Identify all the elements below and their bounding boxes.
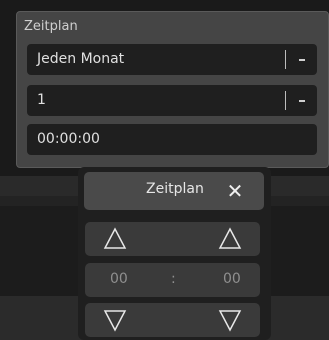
frequency-value: Jeden Monat	[37, 51, 125, 67]
time-value: 00:00:00	[37, 131, 100, 147]
triangle-up-icon	[218, 227, 242, 249]
hour-value[interactable]: 00	[110, 271, 128, 287]
minute-up-button[interactable]	[215, 224, 245, 254]
picker-title: Zeitplan	[146, 181, 204, 197]
day-value: 1	[37, 92, 46, 108]
panel-title: Zeitplan	[24, 19, 78, 34]
minute-value[interactable]: 00	[223, 271, 241, 287]
triangle-down-icon	[103, 310, 127, 332]
time-separator: :	[171, 271, 176, 287]
triangle-up-icon	[103, 227, 127, 249]
dropdown-dash-icon[interactable]	[286, 85, 317, 116]
dropdown-dash-icon[interactable]	[286, 44, 317, 75]
hour-down-button[interactable]	[100, 305, 130, 335]
day-select[interactable]: 1	[27, 85, 317, 116]
hour-up-button[interactable]	[100, 224, 130, 254]
triangle-down-icon	[218, 310, 242, 332]
time-field[interactable]: 00:00:00	[27, 124, 317, 155]
frequency-select[interactable]: Jeden Monat	[27, 44, 317, 75]
minute-down-button[interactable]	[215, 305, 245, 335]
close-icon[interactable]: ✕	[220, 178, 250, 204]
